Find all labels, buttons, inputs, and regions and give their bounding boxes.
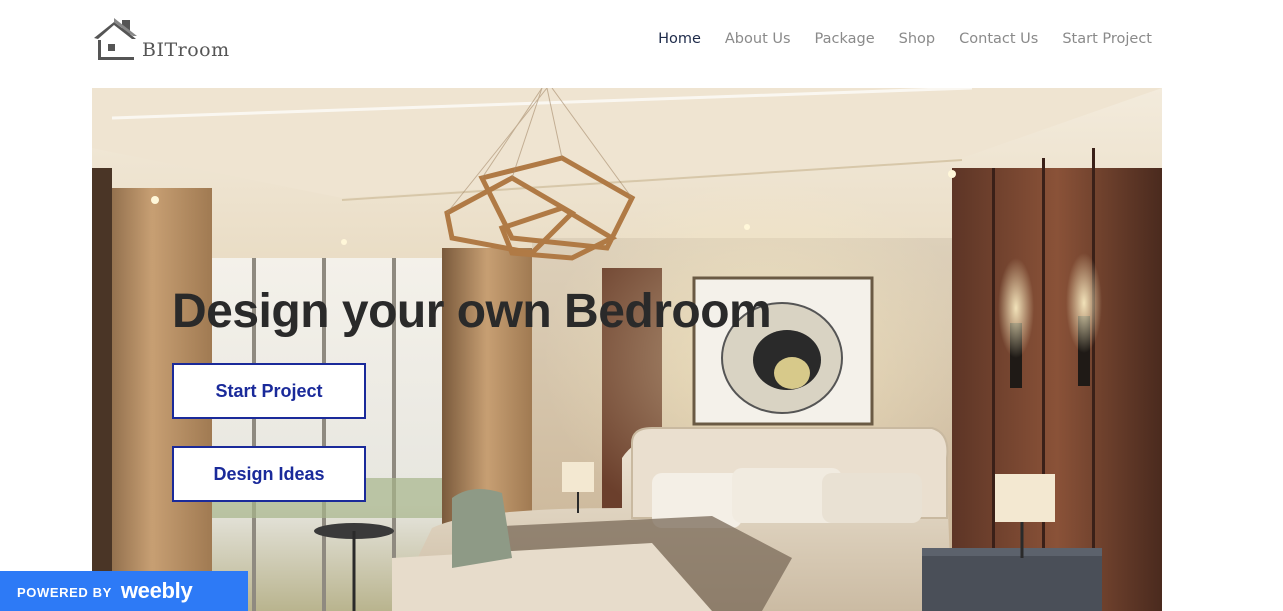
weebly-brand-label: weebly	[120, 578, 193, 603]
main-nav: Home About Us Package Shop Contact Us St…	[658, 31, 1152, 47]
nav-package[interactable]: Package	[815, 31, 875, 47]
powered-by-weebly-badge[interactable]: POWERED BY weebly	[0, 571, 248, 611]
site-logo[interactable]: BITroom	[92, 14, 232, 62]
nav-home[interactable]: Home	[658, 31, 701, 47]
hero-banner: Design your own Bedroom Start Project De…	[92, 88, 1162, 611]
hero-title: Design your own Bedroom	[172, 285, 772, 338]
design-ideas-button[interactable]: Design Ideas	[172, 446, 366, 502]
logo-text: BITroom	[142, 39, 230, 61]
nav-start-project[interactable]: Start Project	[1062, 31, 1152, 47]
bedroom-hero-image	[92, 88, 1162, 611]
house-logo-icon	[94, 18, 137, 60]
start-project-button[interactable]: Start Project	[172, 363, 366, 419]
nav-contact-us[interactable]: Contact Us	[959, 31, 1038, 47]
nav-about-us[interactable]: About Us	[725, 31, 791, 47]
nav-shop[interactable]: Shop	[899, 31, 935, 47]
powered-by-label: POWERED BY	[17, 585, 112, 600]
site-header: BITroom Home About Us Package Shop Conta…	[0, 0, 1283, 88]
